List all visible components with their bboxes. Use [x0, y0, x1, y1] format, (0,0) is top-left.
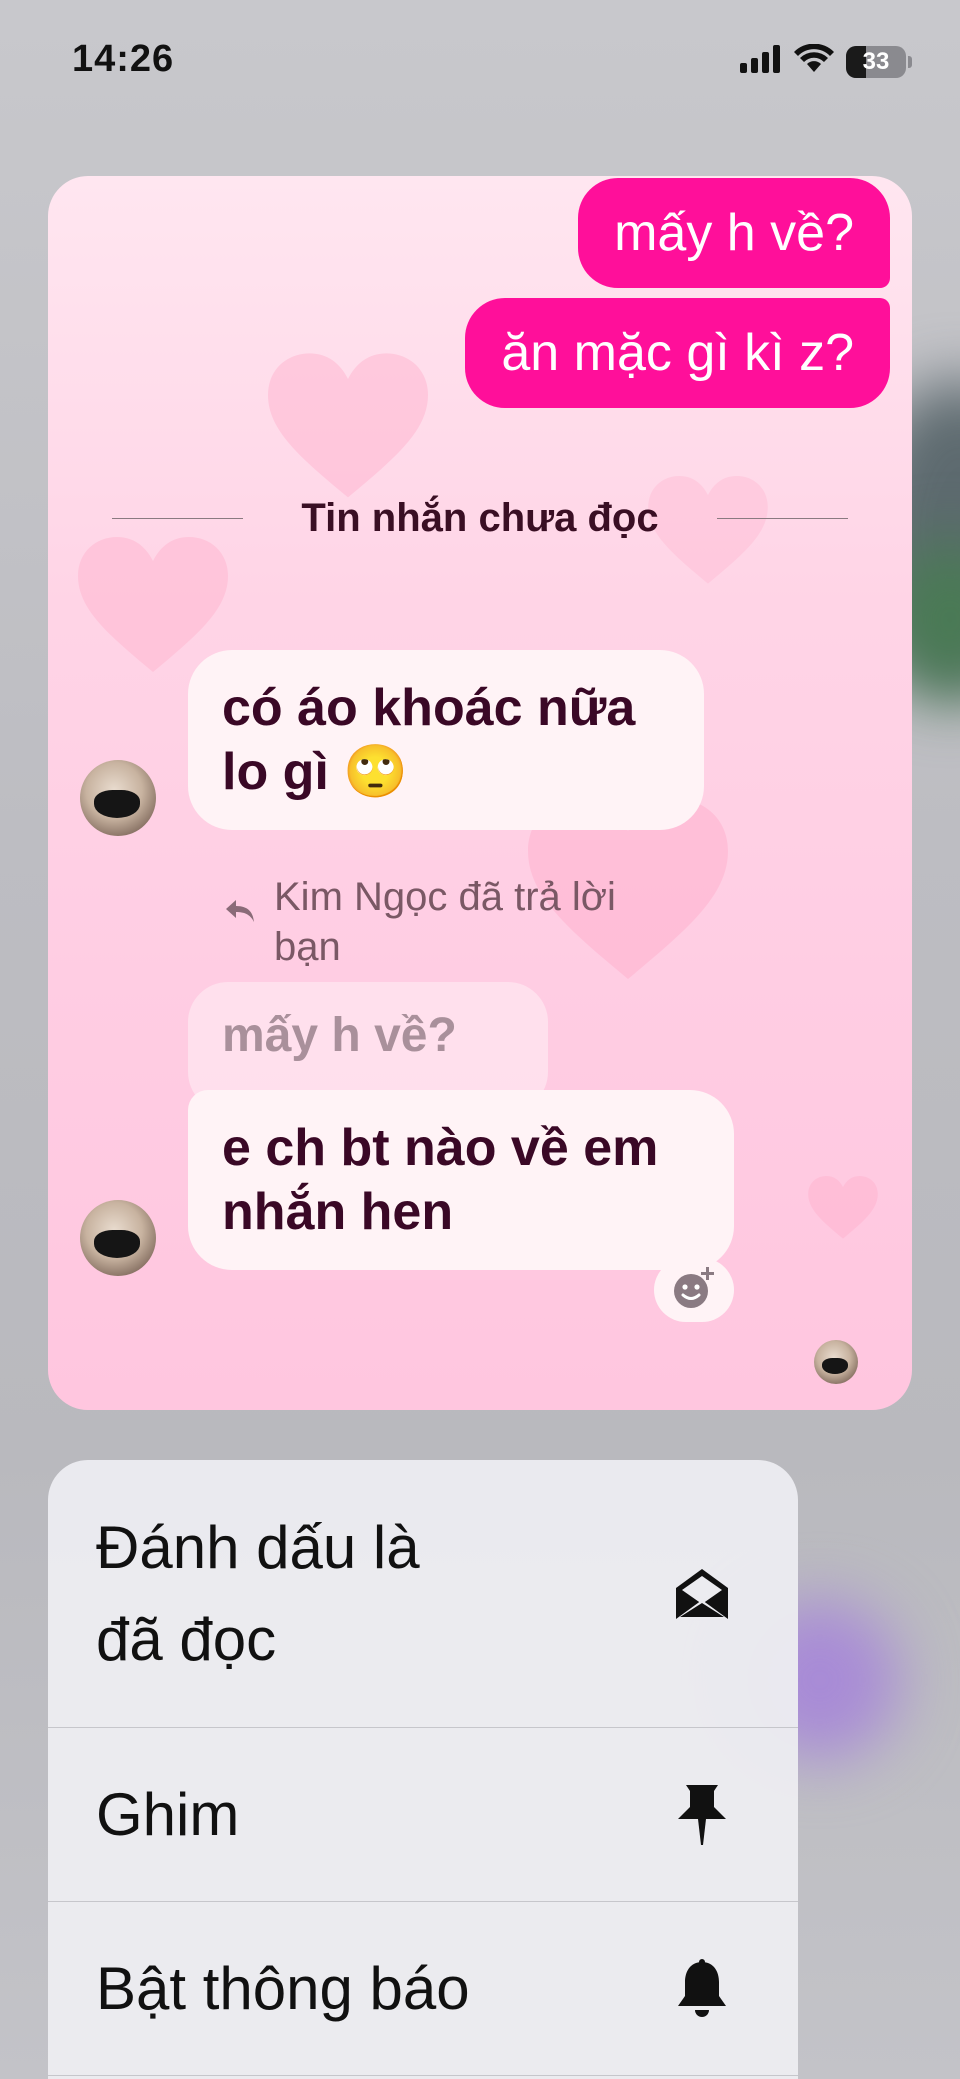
battery-level: 33: [862, 47, 890, 75]
bell-icon: [670, 1957, 734, 2021]
incoming-message[interactable]: có áo khoác nữa lo gì 🙄: [188, 650, 704, 830]
outgoing-message[interactable]: ăn mặc gì kì z?: [465, 298, 890, 408]
menu-item-label: Đánh dấu là đã đọc: [96, 1513, 420, 1673]
unread-divider: Tin nhắn chưa đọc: [112, 496, 848, 541]
status-time: 14:26: [72, 38, 175, 80]
reply-arrow-icon: [224, 872, 258, 972]
divider-line: [716, 517, 848, 520]
menu-item-label: Bật thông báo: [96, 1954, 470, 2022]
heart-decoration-icon: [78, 536, 228, 676]
add-reaction-button[interactable]: [654, 1258, 734, 1322]
menu-item-enable-notifications[interactable]: Bật thông báo: [48, 1902, 798, 2076]
status-bar: 14:26 33: [0, 0, 960, 120]
context-menu: Đánh dấu là đã đọc Ghim Bật thông báo: [48, 1460, 798, 2079]
heart-decoration-icon: [808, 1176, 878, 1240]
sender-avatar[interactable]: [80, 1200, 156, 1276]
emoji-add-icon: [671, 1265, 717, 1316]
chat-preview-card[interactable]: mấy h về? ăn mặc gì kì z? Tin nhắn chưa …: [48, 176, 912, 1410]
menu-item-label: Ghim: [96, 1780, 240, 1848]
divider-line: [112, 517, 244, 520]
heart-decoration-icon: [268, 352, 428, 502]
incoming-message[interactable]: e ch bt nào về em nhắn hen: [188, 1090, 734, 1270]
envelope-open-icon: [670, 1562, 734, 1626]
unread-divider-label: Tin nhắn chưa đọc: [301, 496, 659, 540]
reply-label-text: Kim Ngọc đã trả lời bạn: [274, 875, 616, 969]
status-icons: 33: [740, 43, 912, 79]
reply-indicator: Kim Ngọc đã trả lời bạn: [224, 872, 684, 972]
battery-icon: 33: [846, 45, 906, 78]
outgoing-message[interactable]: mấy h về?: [578, 178, 890, 288]
menu-item-mark-as-read[interactable]: Đánh dấu là đã đọc: [48, 1460, 798, 1728]
menu-item-pin[interactable]: Ghim: [48, 1728, 798, 1902]
sender-avatar[interactable]: [80, 760, 156, 836]
pin-icon: [670, 1783, 734, 1847]
battery-cap: [908, 55, 912, 68]
cellular-signal-icon: [740, 45, 782, 78]
read-receipt-avatar: [814, 1340, 858, 1384]
wifi-icon: [794, 43, 834, 79]
